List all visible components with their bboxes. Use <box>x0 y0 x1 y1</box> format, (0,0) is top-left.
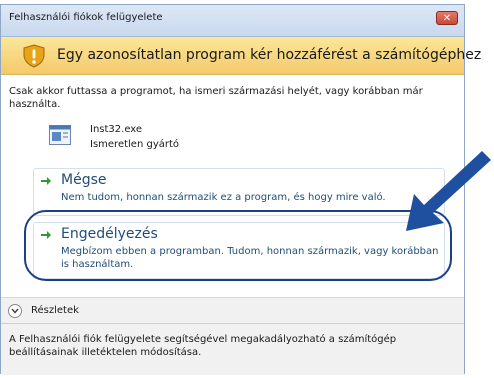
description-text: Csak akkor futtassa a programot, ha isme… <box>9 86 423 110</box>
footer-text: A Felhasználói fiók felügyelete segítség… <box>9 334 397 358</box>
details-link[interactable]: Részletek <box>31 305 79 316</box>
details-expand-button[interactable] <box>8 304 22 318</box>
cancel-option-button[interactable]: Mégse Nem tudom, honnan származik ez a p… <box>33 168 445 216</box>
close-button[interactable]: ✕ <box>436 11 458 25</box>
warning-header: Egy azonosítatlan program kér hozzáférés… <box>1 37 481 75</box>
uac-dialog: Felhasználói fiókok felügyelete ✕ Egy az… <box>0 4 481 375</box>
allow-option-button[interactable]: Engedélyezés Megbízom ebben a programban… <box>33 222 445 279</box>
chevron-down-icon <box>11 308 19 314</box>
window-title: Felhasználói fiókok felügyelete <box>9 12 163 23</box>
program-publisher: Ismeretlen gyártó <box>90 139 180 150</box>
footer: A Felhasználói fiók felügyelete segítség… <box>1 323 464 375</box>
allow-subtitle: Megbízom ebben a programban. Tudom, honn… <box>61 246 439 270</box>
executable-icon <box>49 125 71 145</box>
shield-warning-icon <box>23 44 45 68</box>
allow-title: Engedélyezés <box>61 226 158 242</box>
warning-heading: Egy azonosítatlan program kér hozzáférés… <box>57 47 482 63</box>
cancel-title: Mégse <box>61 172 107 188</box>
green-arrow-icon <box>41 177 51 185</box>
program-name: Inst32.exe <box>90 124 143 135</box>
title-bar: Felhasználói fiókok felügyelete ✕ <box>1 5 464 37</box>
close-icon: ✕ <box>442 12 452 24</box>
details-bar: Részletek <box>1 297 464 323</box>
green-arrow-icon <box>41 231 51 239</box>
cancel-subtitle: Nem tudom, honnan származik ez a program… <box>61 192 386 203</box>
